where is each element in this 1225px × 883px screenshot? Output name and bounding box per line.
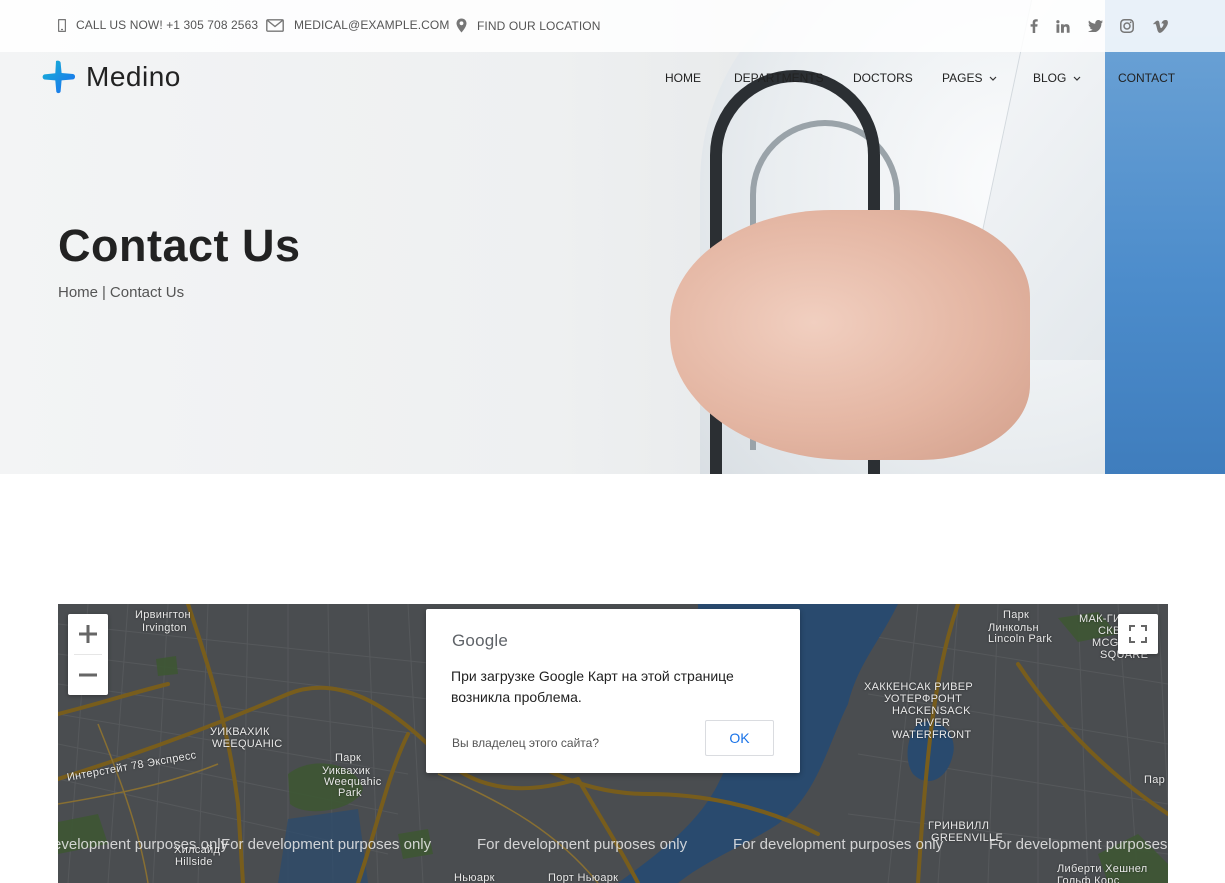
dialog-ok-button[interactable]: OK: [705, 720, 774, 756]
nav-contact-label: CONTACT: [1118, 71, 1176, 85]
map-label: RIVER: [915, 717, 951, 729]
topbar-email-text: MEDICAL@EXAMPLE.COM: [294, 18, 450, 32]
nav-departments[interactable]: DEPARTMENTS: [734, 71, 824, 85]
topbar-phone[interactable]: CALL US NOW! +1 305 708 2563: [58, 18, 258, 32]
breadcrumb-separator: |: [102, 284, 106, 301]
nav-blog[interactable]: BLOG: [1033, 71, 1081, 85]
nav-blog-label: BLOG: [1033, 71, 1067, 85]
topbar-email[interactable]: MEDICAL@EXAMPLE.COM: [266, 18, 449, 32]
chevron-down-icon: [1073, 76, 1081, 81]
site-logo[interactable]: Medino: [42, 60, 181, 94]
plus-icon: [79, 625, 97, 643]
map-label: Lincoln Park: [988, 633, 1053, 645]
medical-cross-logo-icon: [42, 60, 76, 94]
envelope-icon: [266, 18, 284, 32]
page-title: Contact Us: [58, 220, 301, 271]
topbar-location[interactable]: FIND OUR LOCATION: [456, 18, 600, 33]
vimeo-icon[interactable]: [1151, 17, 1169, 35]
nav-home-label: HOME: [665, 71, 701, 85]
map-label: Парк: [1003, 609, 1030, 621]
site-owner-question-link[interactable]: Вы владелец этого сайта?: [452, 736, 599, 750]
google-map[interactable]: Ирвингтон Irvington УИКВАХИК WEEQUAHIC П…: [58, 604, 1168, 883]
map-label: Hillside: [175, 856, 213, 868]
map-zoom-controls: [68, 614, 108, 695]
page-header-hero: CALL US NOW! +1 305 708 2563 MEDICAL@EXA…: [0, 0, 1225, 474]
nav-departments-label: DEPARTMENTS: [734, 71, 824, 85]
instagram-icon[interactable]: [1118, 17, 1136, 35]
map-label: Порт Ньюарк: [548, 872, 619, 883]
map-label: ГРИНВИЛЛ: [928, 820, 990, 832]
map-label: УИКВАХИК: [210, 726, 270, 738]
zoom-out-button[interactable]: [68, 655, 108, 695]
twitter-icon[interactable]: [1086, 17, 1104, 35]
map-label: Либерти Хешнел: [1057, 863, 1148, 875]
map-label: Park: [338, 787, 362, 799]
map-error-dialog: Google При загрузке Google Карт на этой …: [426, 609, 800, 773]
zoom-in-button[interactable]: [68, 614, 108, 654]
google-wordmark: Google: [452, 631, 509, 650]
map-error-message: При загрузке Google Карт на этой страниц…: [451, 668, 734, 705]
dev-watermark-text: For development purposes only: [477, 836, 688, 853]
nav-doctors[interactable]: DOCTORS: [853, 71, 913, 85]
minus-icon: [79, 673, 97, 677]
map-label: Парк: [335, 752, 362, 764]
dev-watermark-text: For development purposes only: [989, 836, 1168, 853]
chevron-down-icon: [990, 76, 997, 81]
dev-watermark-text: For development purposes only: [221, 836, 432, 853]
topbar-location-text: FIND OUR LOCATION: [477, 18, 601, 33]
map-label: Irvington: [142, 622, 187, 634]
site-logo-text: Medino: [86, 61, 181, 92]
map-label: Ирвингтон: [135, 609, 191, 621]
fullscreen-icon: [1129, 625, 1147, 643]
linkedin-icon[interactable]: [1054, 17, 1072, 35]
top-bar: CALL US NOW! +1 305 708 2563 MEDICAL@EXA…: [0, 0, 1225, 52]
map-label: Пар: [1144, 774, 1166, 786]
nav-pages[interactable]: PAGES: [942, 71, 997, 85]
nav-home[interactable]: HOME: [665, 71, 701, 85]
map-marker-icon: [456, 18, 467, 33]
nav-doctors-label: DOCTORS: [853, 71, 913, 85]
map-fullscreen-button[interactable]: [1118, 614, 1158, 654]
breadcrumb: Home | Contact Us: [58, 284, 188, 301]
breadcrumb-home-link[interactable]: Home: [58, 284, 98, 301]
map-label: УОТЕРФРОНТ: [884, 693, 963, 705]
topbar-phone-text: CALL US NOW! +1 305 708 2563: [76, 18, 259, 32]
map-label: ХАККЕНСАК РИВЕР: [864, 681, 974, 693]
map-label: WATERFRONT: [892, 729, 972, 741]
dev-watermark-text: For development purposes only: [733, 836, 944, 853]
mobile-phone-icon: [58, 18, 66, 32]
nav-pages-label: PAGES: [942, 71, 983, 85]
map-label: HACKENSACK: [892, 705, 971, 717]
map-label: Гольф Корс: [1057, 875, 1120, 883]
facebook-icon[interactable]: [1025, 17, 1043, 35]
dev-watermark-text: For development purposes only: [58, 836, 229, 853]
nav-contact[interactable]: CONTACT: [1118, 71, 1175, 85]
map-label: Ньюарк: [454, 872, 495, 883]
breadcrumb-current: Contact Us: [109, 284, 185, 301]
map-label: WEEQUAHIC: [212, 738, 283, 750]
